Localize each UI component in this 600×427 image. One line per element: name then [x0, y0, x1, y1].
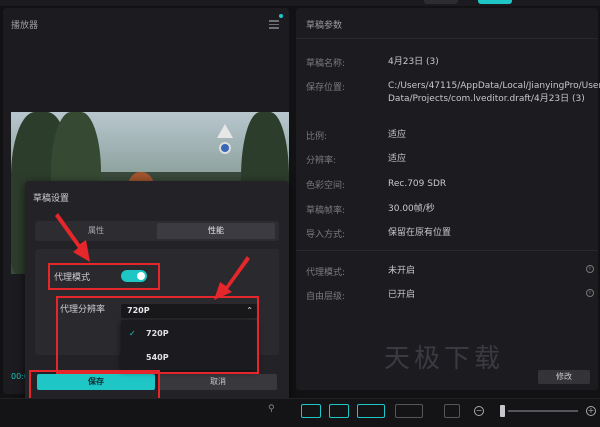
link-main-track-icon[interactable]: [301, 404, 321, 418]
param-key: 比例:: [306, 132, 328, 142]
param-value: 未开启: [388, 266, 416, 276]
zoom-slider-handle[interactable]: [500, 405, 505, 417]
param-key: 代理模式:: [306, 268, 346, 278]
tab-performance[interactable]: 性能: [157, 223, 275, 239]
modify-button[interactable]: 修改: [538, 370, 590, 384]
param-value: 30.00帧/秒: [388, 204, 435, 214]
bottom-toolbar: ⚲ − +: [0, 398, 600, 427]
top-button[interactable]: [424, 0, 458, 4]
param-value: 4月23日 (3): [388, 57, 439, 67]
param-value: 适应: [388, 130, 407, 140]
status-dot: [279, 14, 283, 18]
draft-params-panel: 草稿参数 草稿名称: 4月23日 (3) 保存位置: C:/Users/4711…: [296, 8, 600, 390]
param-key: 分辨率:: [306, 156, 337, 166]
draft-params-title: 草稿参数: [306, 21, 343, 31]
cancel-button[interactable]: 取消: [159, 374, 277, 390]
annotation-box-proxy-resolution: [56, 296, 259, 374]
divider: [296, 250, 598, 251]
param-key: 自由层级:: [306, 292, 346, 302]
param-value: Rec.709 SDR: [388, 179, 447, 189]
param-value: C:/Users/47115/AppData/Local/JianyingPro…: [388, 81, 600, 104]
annotation-box-save: [29, 370, 160, 400]
menu-icon[interactable]: [269, 20, 279, 29]
param-key: 保存位置:: [306, 83, 346, 93]
param-key: 色彩空间:: [306, 181, 346, 191]
zoom-slider[interactable]: [508, 410, 578, 412]
param-key: 导入方式:: [306, 230, 346, 240]
info-icon[interactable]: i: [586, 265, 594, 273]
info-icon[interactable]: i: [586, 289, 594, 297]
watermark: 天极下载: [384, 344, 505, 374]
microphone-icon[interactable]: ⚲: [268, 404, 278, 418]
link-snap-icon[interactable]: [357, 404, 385, 418]
link-preview-axis-icon[interactable]: [329, 404, 349, 418]
preview-icon[interactable]: [444, 404, 460, 418]
tab-bar: 属性 性能: [35, 221, 279, 241]
param-value: 已开启: [388, 290, 416, 300]
top-strip: [0, 0, 600, 6]
zoom-out-icon[interactable]: −: [474, 406, 484, 416]
param-key: 草稿名称:: [306, 59, 346, 69]
param-value: 保留在原有位置: [388, 228, 452, 238]
divider: [296, 38, 598, 39]
tab-properties[interactable]: 属性: [37, 223, 155, 239]
split-icon[interactable]: [395, 404, 423, 418]
zoom-in-icon[interactable]: +: [586, 406, 596, 416]
top-export-button[interactable]: [478, 0, 512, 4]
param-value: 适应: [388, 154, 407, 164]
param-key: 草稿帧率:: [306, 206, 346, 216]
dialog-title: 草稿设置: [33, 194, 70, 204]
annotation-box-proxy-mode: [48, 263, 160, 290]
player-title: 播放器: [11, 21, 39, 31]
